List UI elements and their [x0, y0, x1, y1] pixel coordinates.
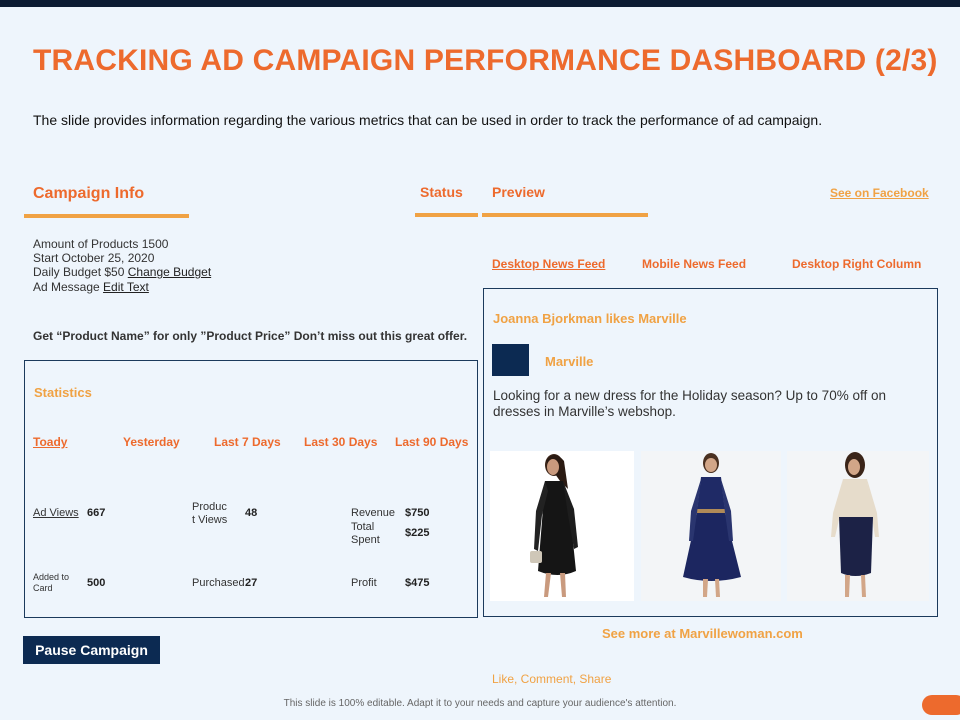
navy-dress-image	[683, 453, 741, 597]
preview-underline	[482, 213, 648, 217]
change-budget-link[interactable]: Change Budget	[128, 265, 211, 279]
start-date: Start October 25, 2020	[33, 251, 155, 266]
page-subtitle: The slide provides information regarding…	[33, 112, 823, 128]
total-spent-label: Total Spent	[351, 521, 380, 547]
preview-label: Preview	[492, 184, 545, 200]
tab-mobile-news-feed[interactable]: Mobile News Feed	[642, 257, 746, 271]
status-underline	[415, 213, 478, 217]
social-actions[interactable]: Like, Comment, Share	[492, 672, 611, 686]
ad-message-row: Ad Message Edit Text	[33, 280, 211, 294]
see-on-facebook-link[interactable]: See on Facebook	[830, 186, 929, 200]
brand-avatar	[492, 344, 529, 376]
profit-value: $475	[405, 577, 430, 589]
purchased-value: 27	[245, 577, 258, 589]
edit-text-link[interactable]: Edit Text	[103, 280, 149, 294]
tab-yesterday[interactable]: Yesterday	[123, 435, 180, 449]
campaign-info-underline	[24, 214, 189, 218]
see-more-link[interactable]: See more at Marvillewoman.com	[602, 626, 803, 641]
page-title: TRACKING AD CAMPAIGN PERFORMANCE DASHBOA…	[33, 44, 938, 77]
lace-dress-image	[831, 452, 879, 597]
top-bar	[0, 0, 960, 7]
tab-last-30-days[interactable]: Last 30 Days	[304, 435, 377, 449]
total-spent-label-line1: Total	[351, 521, 375, 533]
black-dress-image	[530, 454, 578, 597]
promo-message: Get “Product Name” for only ”Product Pri…	[33, 329, 468, 343]
added-to-card-label: Added to Card	[33, 572, 69, 594]
ad-views-value: 667	[87, 507, 106, 519]
daily-budget: Daily Budget $50	[33, 265, 125, 280]
revenue-label: Revenue	[351, 507, 396, 519]
tab-desktop-right-column[interactable]: Desktop Right Column	[792, 257, 921, 271]
ad-preview-panel: Joanna Bjorkman likes Marville Marville …	[483, 288, 938, 617]
post-text: Looking for a new dress for the Holiday …	[493, 388, 886, 420]
campaign-details: Amount of Products 1500 Start October 25…	[33, 237, 211, 294]
tab-desktop-news-feed[interactable]: Desktop News Feed	[492, 257, 605, 271]
added-to-card-value: 500	[87, 577, 106, 589]
campaign-info-label: Campaign Info	[33, 185, 145, 202]
product-views-value: 48	[245, 507, 258, 519]
ad-views-label[interactable]: Ad Views	[33, 507, 79, 519]
profit-label: Profit	[351, 577, 377, 589]
tab-last-90-days[interactable]: Last 90 Days	[395, 435, 468, 449]
status-label: Status	[420, 184, 463, 200]
product-image-black-dress[interactable]	[490, 451, 634, 601]
total-spent-label-line2: Spent	[351, 534, 380, 546]
slide-number-tab	[922, 695, 960, 715]
product-views-label: Produc t Views	[192, 501, 227, 527]
purchased-label: Purchased	[192, 577, 245, 589]
footer-note: This slide is 100% editable. Adapt it to…	[283, 698, 677, 709]
product-image-lace-dress[interactable]	[787, 451, 929, 601]
ad-message-label: Ad Message	[33, 279, 100, 294]
daily-budget-row: Daily Budget $50 Change Budget	[33, 265, 211, 279]
tab-today[interactable]: Toady	[33, 435, 67, 449]
statistics-title: Statistics	[34, 385, 92, 400]
pause-campaign-button[interactable]: Pause Campaign	[23, 636, 160, 664]
revenue-value: $750	[405, 507, 430, 519]
product-views-label-line2: t Views	[192, 514, 228, 526]
product-image-navy-dress[interactable]	[641, 451, 781, 601]
product-views-label-line1: Produc	[192, 501, 227, 513]
added-to-card-label-line2: Card	[33, 583, 53, 593]
brand-name[interactable]: Marville	[545, 354, 593, 369]
likes-text: Joanna Bjorkman likes Marville	[493, 311, 687, 326]
tab-last-7-days[interactable]: Last 7 Days	[214, 435, 281, 449]
post-text-line2: dresses in Marville’s webshop.	[493, 404, 676, 419]
amount-of-products: Amount of Products 1500	[33, 237, 169, 251]
total-spent-value: $225	[405, 527, 430, 539]
post-text-line1: Looking for a new dress for the Holiday …	[493, 388, 886, 403]
added-to-card-label-line1: Added to	[33, 572, 70, 582]
statistics-panel: Statistics Toady Yesterday Last 7 Days L…	[24, 360, 478, 618]
